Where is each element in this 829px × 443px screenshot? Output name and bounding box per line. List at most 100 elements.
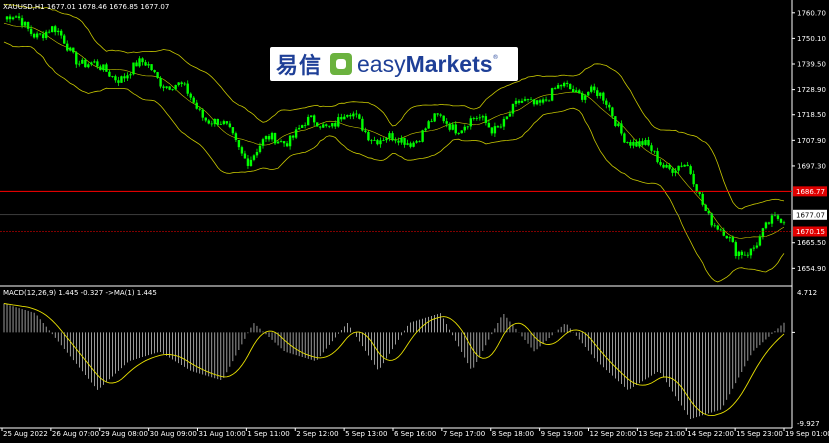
candle-body[interactable] [463,126,466,131]
candle-body[interactable] [349,114,352,117]
candle-body[interactable] [183,83,186,85]
candle-body[interactable] [704,204,707,211]
candle-body[interactable] [728,237,731,239]
candle-body[interactable] [629,142,632,146]
candle-body[interactable] [599,92,602,96]
candle-body[interactable] [647,139,650,146]
candle-body[interactable] [499,126,503,128]
candle-body[interactable] [442,115,445,122]
candle-body[interactable] [114,76,117,81]
candle-body[interactable] [665,165,668,168]
candle-body[interactable] [626,142,629,143]
candle-body[interactable] [373,140,376,141]
candle-body[interactable] [433,113,436,122]
candle-body[interactable] [297,127,301,130]
candle-body[interactable] [8,16,12,20]
candle-body[interactable] [484,116,488,123]
candle-body[interactable] [532,99,536,105]
candle-body[interactable] [662,164,665,168]
candle-body[interactable] [75,52,78,65]
candle-body[interactable] [29,28,33,34]
candle-body[interactable] [376,140,379,145]
candle-body[interactable] [192,97,195,103]
candle-body[interactable] [725,235,728,239]
candle-body[interactable] [69,47,72,51]
candle-body[interactable] [457,133,460,134]
candle-body[interactable] [749,248,753,256]
candle-body[interactable] [23,21,27,26]
candle-body[interactable] [740,251,744,256]
candle-body[interactable] [571,89,575,93]
candle-body[interactable] [204,117,207,121]
candle-body[interactable] [587,91,590,96]
candle-body[interactable] [312,115,316,123]
candle-body[interactable] [526,99,530,100]
candle-body[interactable] [656,151,659,163]
candle-body[interactable] [430,121,433,123]
candle-body[interactable] [35,33,39,38]
candle-body[interactable] [608,104,611,108]
candle-body[interactable] [32,33,36,38]
candle-body[interactable] [99,66,102,71]
candle-body[interactable] [319,126,322,128]
candle-body[interactable] [388,133,391,139]
candle-body[interactable] [234,133,238,141]
candle-body[interactable] [460,130,463,134]
candle-body[interactable] [514,100,518,104]
candle-body[interactable] [213,118,217,125]
candle-body[interactable] [309,115,313,117]
candle-body[interactable] [719,229,722,231]
candle-body[interactable] [126,75,129,79]
candle-body[interactable] [454,124,457,134]
candle-body[interactable] [502,118,506,127]
candle-body[interactable] [5,16,9,20]
candle-body[interactable] [722,229,725,236]
candle-body[interactable] [72,47,75,53]
candle-body[interactable] [123,76,126,79]
candle-body[interactable] [132,62,135,75]
candle-body[interactable] [261,139,265,146]
candle-body[interactable] [632,141,635,146]
candle-body[interactable] [761,228,765,237]
candle-body[interactable] [743,254,747,256]
candle-body[interactable] [517,100,521,103]
candle-body[interactable] [174,85,177,90]
candle-body[interactable] [466,126,469,128]
candle-body[interactable] [472,118,476,119]
candle-body[interactable] [38,33,42,35]
candle-body[interactable] [755,245,759,248]
candle-body[interactable] [17,16,21,19]
candle-body[interactable] [689,166,692,174]
candle-body[interactable] [578,90,581,94]
candle-body[interactable] [87,64,90,68]
candle-body[interactable] [270,132,274,140]
candle-body[interactable] [84,59,87,68]
candle-body[interactable] [180,82,183,84]
candle-body[interactable] [776,215,780,219]
candle-body[interactable] [303,125,307,126]
candle-body[interactable] [701,193,704,205]
candle-body[interactable] [635,141,638,147]
candle-body[interactable] [294,129,298,138]
candle-body[interactable] [216,118,220,125]
candle-body[interactable] [264,136,268,140]
candle-body[interactable] [538,100,542,103]
candle-body[interactable] [228,123,232,128]
candle-body[interactable] [285,143,289,147]
candle-body[interactable] [352,113,355,117]
candle-body[interactable] [343,116,346,120]
candle-body[interactable] [322,124,325,128]
candle-body[interactable] [258,145,262,153]
candle-body[interactable] [306,116,310,126]
candle-body[interactable] [644,139,647,145]
candle-body[interactable] [361,118,364,131]
candle-body[interactable] [282,141,286,144]
candle-body[interactable] [668,165,671,169]
trading-chart[interactable]: 1760.70 1750.10 1739.50 1728.90 1718.50 1707.… [0,0,829,443]
candle-body[interactable] [475,118,479,119]
candle-body[interactable] [316,122,319,127]
candle-body[interactable] [66,43,69,51]
candle-body[interactable] [189,93,192,98]
candle-body[interactable] [186,83,189,94]
candle-body[interactable] [671,168,674,173]
